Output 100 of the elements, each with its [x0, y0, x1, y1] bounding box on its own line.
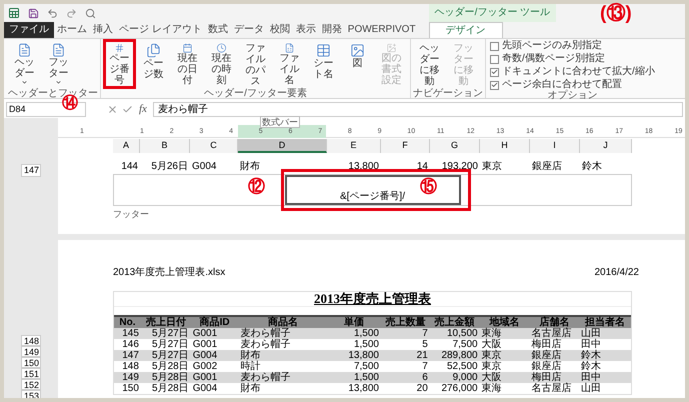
table-cell-text: 名古屋店 [530, 328, 572, 338]
table-cell-text: 5月28日 [151, 360, 190, 372]
table-cell-text: 144 [120, 160, 139, 172]
checkbox-label: ページ余白に合わせて配置 [502, 79, 622, 90]
callout-number: ⑫ [248, 178, 265, 195]
row-header[interactable]: 152 [21, 378, 41, 390]
table-cell-text: G004 [192, 350, 218, 360]
ribbon-tab[interactable]: デザイン [428, 22, 503, 38]
column-heading: 単価 [343, 316, 366, 328]
column-heading: 売上日付 [144, 316, 187, 328]
ribbon-button[interactable]: ページ数 [137, 39, 170, 89]
ribbon-tab[interactable]: データ [230, 22, 267, 38]
callout-number: ⑮ [420, 178, 437, 195]
ribbon-button[interactable]: 現在の時刻 [205, 39, 238, 89]
table-cell-text: 大阪 [480, 338, 503, 350]
table-cell-text: 財布 [240, 382, 262, 394]
table-cell-text: 田中 [580, 338, 602, 350]
ribbon-button[interactable]: 現在の日付 [171, 39, 204, 89]
cancel-icon [107, 104, 118, 115]
table-cell-text: 鈴木 [580, 360, 602, 372]
column-header[interactable]: A [113, 138, 140, 152]
ribbon-button[interactable]: ヘッダー [8, 39, 41, 89]
ribbon-button[interactable]: 図 [341, 39, 374, 89]
table-cell-text: G002 [192, 360, 218, 372]
ribbon-icon [146, 43, 161, 58]
ribbon-icon [51, 43, 66, 58]
table-cell-text: 5月28日 [151, 382, 190, 394]
row-header[interactable]: 148 [21, 334, 41, 346]
formula-input[interactable]: 麦わら帽子 [152, 102, 683, 117]
table-cell-text: 梅田店 [530, 338, 562, 350]
column-header[interactable]: E [327, 138, 381, 152]
column-header[interactable]: D [238, 138, 327, 152]
table-cell-text: 20 [416, 382, 429, 394]
ribbon-tab[interactable]: ホーム [54, 22, 90, 38]
table-cell-text: 1,500 [352, 338, 380, 350]
undo-icon [47, 8, 58, 18]
ribbon-tab[interactable]: 開発 [318, 22, 345, 38]
ribbon-tab[interactable]: POWERPIVOT [344, 22, 419, 38]
table-cell-text: 東京 [480, 360, 503, 372]
callout-number: (⑬) [600, 4, 632, 23]
column-heading: No. [118, 316, 136, 328]
ribbon-button[interactable]: ファイル名 [273, 39, 306, 89]
tooltip: 数式バー [260, 116, 300, 128]
table-cell-text: 149 [121, 372, 140, 382]
table-cell-text: 7,500 [352, 360, 380, 372]
group-label: ヘッダー/フッター要素 [203, 89, 308, 99]
row-header[interactable]: 147 [21, 164, 41, 176]
ribbon-tab[interactable]: 表示 [292, 22, 319, 38]
checkbox[interactable] [490, 80, 499, 90]
table-cell-text: 東海 [480, 382, 503, 394]
group-label: オプション [546, 91, 598, 101]
column-heading: 商品名 [266, 316, 299, 328]
table-cell-text: 財布 [239, 160, 261, 172]
ribbon-button[interactable]: ページ番号 [103, 39, 136, 89]
ribbon-button[interactable]: シート名 [307, 39, 340, 89]
table-title: 2013年度売上管理表 [313, 292, 432, 306]
checkbox[interactable] [490, 68, 499, 76]
table-cell-text: 146 [121, 338, 140, 350]
table-cell-text: 5月28日 [151, 372, 190, 382]
insert-function-button[interactable]: fx [137, 101, 149, 118]
table-cell-text: 193,200 [440, 160, 479, 172]
row-header[interactable]: 151 [21, 368, 41, 378]
column-heading: 地域名 [488, 316, 520, 328]
table-cell-text: 銀座店 [530, 360, 562, 372]
table-cell-text: 6 [421, 372, 429, 382]
column-heading: 商品ID [198, 316, 231, 328]
ribbon-button[interactable]: フッター [42, 39, 75, 89]
table-cell-text: 鈴木 [580, 350, 602, 360]
ribbon-button[interactable]: ヘッダーに移動 [413, 39, 446, 89]
table-cell-text: 財布 [240, 350, 262, 360]
page-header-date: 2016/4/22 [594, 266, 639, 278]
table-cell-text: 9,000 [452, 372, 479, 382]
table-cell-text: 時計 [240, 360, 262, 372]
row-header[interactable]: 150 [21, 356, 41, 368]
checkbox[interactable] [490, 42, 499, 50]
column-header[interactable]: F [381, 138, 430, 152]
table-cell-text: 山田 [580, 382, 602, 394]
table-cell-text: 5月26日 [150, 160, 189, 172]
table-cell-text: 大阪 [480, 372, 503, 382]
column-header[interactable]: B [140, 138, 190, 152]
ribbon-tab[interactable]: 挿入 [90, 22, 116, 38]
ribbon-tab[interactable]: 数式 [204, 22, 231, 38]
column-header[interactable]: G [430, 138, 480, 152]
ribbon-tab[interactable]: 校閲 [266, 22, 293, 38]
ribbon-button[interactable]: ファイルのパス [239, 39, 272, 89]
ribbon-icon [316, 43, 331, 58]
column-header[interactable]: I [530, 138, 580, 152]
column-header[interactable]: J [580, 138, 632, 152]
table-cell-text: 銀座店 [530, 350, 562, 360]
row-header[interactable]: 149 [21, 346, 41, 356]
group-label: ナビゲーション [413, 89, 483, 99]
column-header[interactable]: H [480, 138, 530, 152]
table-cell-text: G004 [191, 160, 218, 172]
column-header[interactable]: C [190, 138, 238, 152]
ribbon-tab[interactable]: ページ レイアウト [116, 22, 205, 38]
ribbon-tab[interactable]: ファイル [4, 22, 54, 38]
table-cell-text: G001 [192, 338, 218, 350]
table-cell-text: 21 [416, 350, 429, 360]
checkbox[interactable] [490, 54, 499, 64]
table-cell-text: 147 [121, 350, 140, 360]
